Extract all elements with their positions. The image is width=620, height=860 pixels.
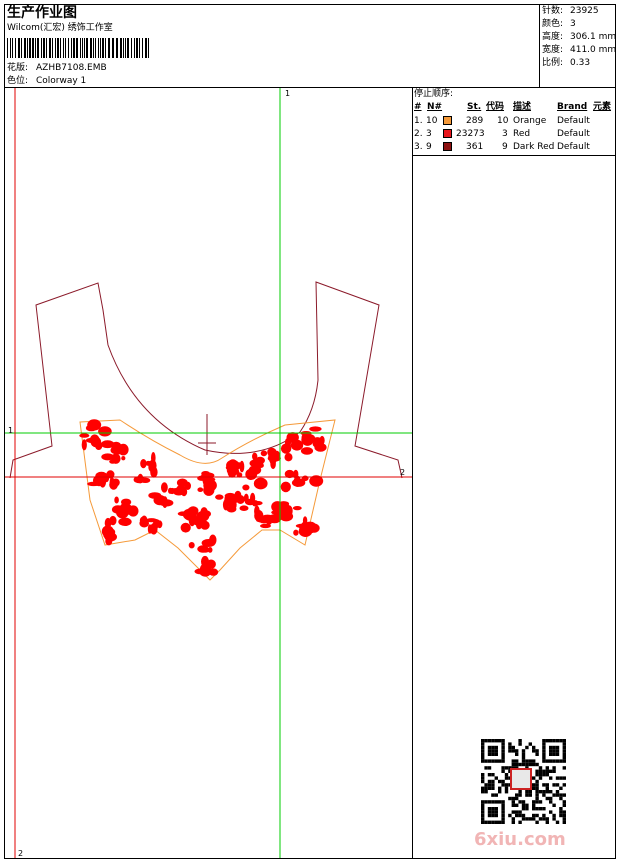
embroidery-motif — [169, 488, 183, 494]
guide-marker-right: 2 — [400, 468, 406, 477]
embroidery-motif — [197, 511, 205, 522]
embroidery-motif — [292, 506, 302, 511]
embroidery-motif — [250, 492, 256, 504]
embroidery-motif — [141, 515, 148, 525]
embroidery-motif — [207, 547, 213, 553]
guide-marker-top: 1 — [285, 89, 291, 98]
embroidery-motif — [203, 559, 211, 571]
embroidery-motif — [292, 438, 300, 451]
embroidery-motif — [239, 460, 245, 473]
embroidery-motif — [208, 568, 219, 576]
embroidery-motif — [312, 437, 323, 445]
embroidery-motif — [253, 501, 263, 506]
embroidery-motif — [209, 534, 217, 546]
embroidery-motif — [298, 525, 313, 537]
embroidery-motif — [188, 542, 195, 549]
embroidery-motif — [109, 515, 117, 526]
embroidery-motif — [121, 456, 126, 461]
embroidery-motif — [119, 503, 127, 514]
embroidery-motif — [271, 510, 284, 515]
embroidery-motif — [85, 437, 99, 444]
embroidery-motif — [293, 529, 299, 536]
embroidery-motif — [234, 490, 242, 500]
embroidery-motif — [224, 492, 236, 500]
embroidery-motif — [280, 481, 291, 493]
embroidery-motif — [243, 493, 249, 503]
embroidery-motif — [245, 468, 258, 480]
embroidery-motif — [203, 484, 215, 496]
embroidery-motif — [150, 466, 158, 478]
embroidery-motif — [79, 433, 90, 438]
embroidery-motif — [242, 484, 250, 491]
embroidery-motif — [267, 455, 281, 462]
embroidery-motif — [127, 505, 139, 517]
embroidery-motif — [150, 523, 158, 535]
embroidery-motif — [103, 530, 112, 539]
embroidery-motif — [111, 441, 122, 451]
embroidery-motif — [154, 495, 166, 503]
embroidery-motif — [301, 434, 314, 446]
embroidery-motif — [309, 426, 322, 432]
embroidery-motif — [87, 419, 102, 431]
embroidery-motif — [180, 522, 191, 533]
embroidery-motif — [260, 450, 268, 457]
guide-marker-left: 1 — [8, 426, 14, 435]
embroidery-motif — [161, 482, 168, 493]
watermark-text: 6xiu.com — [474, 829, 566, 850]
embroidery-motif — [300, 447, 314, 455]
embroidery-motif — [314, 443, 327, 452]
embroidery-motif — [194, 568, 207, 575]
embroidery-motif — [239, 505, 249, 512]
embroidery-motif — [176, 478, 188, 488]
garment-outline — [9, 281, 403, 479]
embroidery-motif — [227, 467, 237, 478]
embroidery-motif — [253, 477, 268, 490]
embroidery-motif — [111, 453, 121, 464]
embroidery-motif — [118, 517, 132, 526]
embroidery-motif — [197, 545, 209, 553]
design-drawing — [5, 88, 412, 858]
embroidery-motif — [202, 474, 208, 486]
embroidery-motif — [252, 452, 258, 461]
embroidery-motif — [197, 487, 204, 493]
embroidery-motif — [258, 515, 270, 524]
embroidery-motif — [109, 477, 115, 488]
guide-marker-bottom: 2 — [18, 849, 24, 858]
embroidery-motif — [196, 520, 203, 530]
embroidery-motif — [114, 496, 119, 504]
embroidery-motif — [95, 471, 108, 481]
embroidery-motif — [215, 494, 224, 500]
embroidery-motif — [284, 453, 293, 462]
embroidery-motif — [249, 459, 264, 468]
embroidery-motif — [145, 460, 152, 466]
seal-stamp — [510, 768, 532, 790]
